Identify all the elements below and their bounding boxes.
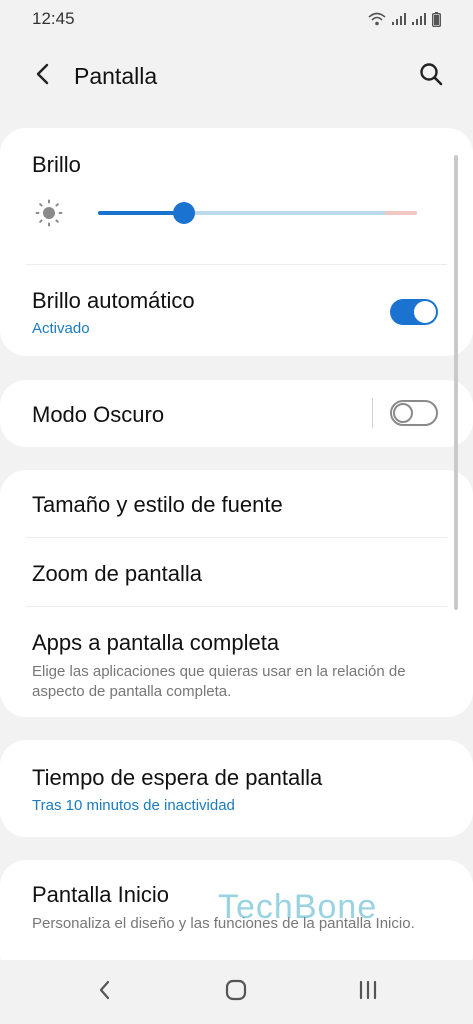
full-screen-apps-title: Apps a pantalla completa <box>32 630 280 655</box>
dark-mode-card: Modo Oscuro <box>0 380 473 447</box>
screen-zoom-row[interactable]: Zoom de pantalla <box>0 538 473 607</box>
slider-track-end <box>385 211 417 215</box>
slider-track[interactable] <box>98 202 417 224</box>
display-options-card: Tamaño y estilo de fuente Zoom de pantal… <box>0 470 473 717</box>
status-icons <box>368 11 441 27</box>
navigation-bar <box>0 960 473 1024</box>
slider-fill <box>98 211 185 215</box>
brightness-slider[interactable] <box>32 198 417 228</box>
wifi-icon <box>368 12 386 26</box>
auto-brightness-status: Activado <box>32 320 90 337</box>
brightness-title: Brillo <box>32 152 81 177</box>
dark-mode-toggle[interactable] <box>390 400 438 426</box>
screen-timeout-title: Tiempo de espera de pantalla <box>32 765 323 790</box>
home-icon <box>225 979 247 1006</box>
auto-brightness-title: Brillo automático <box>32 288 195 313</box>
status-bar: 12:45 <box>0 0 473 38</box>
toggle-knob <box>414 301 436 323</box>
back-button[interactable] <box>24 58 60 94</box>
auto-brightness-toggle[interactable] <box>390 299 438 325</box>
dark-mode-row[interactable]: Modo Oscuro <box>0 380 473 447</box>
font-size-title: Tamaño y estilo de fuente <box>32 492 283 517</box>
toggle-knob <box>393 403 413 423</box>
brightness-card: Brillo Brillo automático Activado <box>0 128 473 356</box>
brightness-row: Brillo <box>0 128 473 265</box>
signal-icon <box>412 13 426 25</box>
techbone-watermark: TechBone <box>218 888 378 926</box>
vertical-separator <box>372 398 373 428</box>
app-header: Pantalla <box>0 50 473 102</box>
settings-screen: 12:45 Pantalla Brillo Brillo automático … <box>0 0 473 1024</box>
dark-mode-title: Modo Oscuro <box>32 402 165 427</box>
search-button[interactable] <box>413 58 449 94</box>
back-icon <box>97 979 111 1006</box>
full-screen-apps-row[interactable]: Apps a pantalla completa Elige las aplic… <box>0 607 473 717</box>
sun-icon <box>35 199 63 232</box>
battery-icon <box>432 11 441 27</box>
nav-recents-button[interactable] <box>350 974 386 1010</box>
auto-brightness-row[interactable]: Brillo automático Activado <box>0 265 473 356</box>
font-size-row[interactable]: Tamaño y estilo de fuente <box>0 470 473 538</box>
screen-timeout-card: Tiempo de espera de pantalla Tras 10 min… <box>0 740 473 837</box>
chevron-left-icon <box>35 63 49 90</box>
search-icon <box>419 62 443 91</box>
scrollbar[interactable] <box>454 155 458 610</box>
screen-timeout-value: Tras 10 minutos de inactividad <box>32 797 235 814</box>
status-time: 12:45 <box>32 9 75 28</box>
screen-timeout-row[interactable]: Tiempo de espera de pantalla Tras 10 min… <box>0 740 473 837</box>
nav-back-button[interactable] <box>86 974 122 1010</box>
recents-icon <box>357 979 379 1006</box>
slider-thumb[interactable] <box>173 202 196 224</box>
screen-zoom-title: Zoom de pantalla <box>32 561 202 586</box>
signal-icon <box>392 13 406 25</box>
full-screen-apps-description: Elige las aplicaciones que quieras usar … <box>32 663 406 700</box>
nav-home-button[interactable] <box>218 974 254 1010</box>
page-title: Pantalla <box>74 62 158 89</box>
